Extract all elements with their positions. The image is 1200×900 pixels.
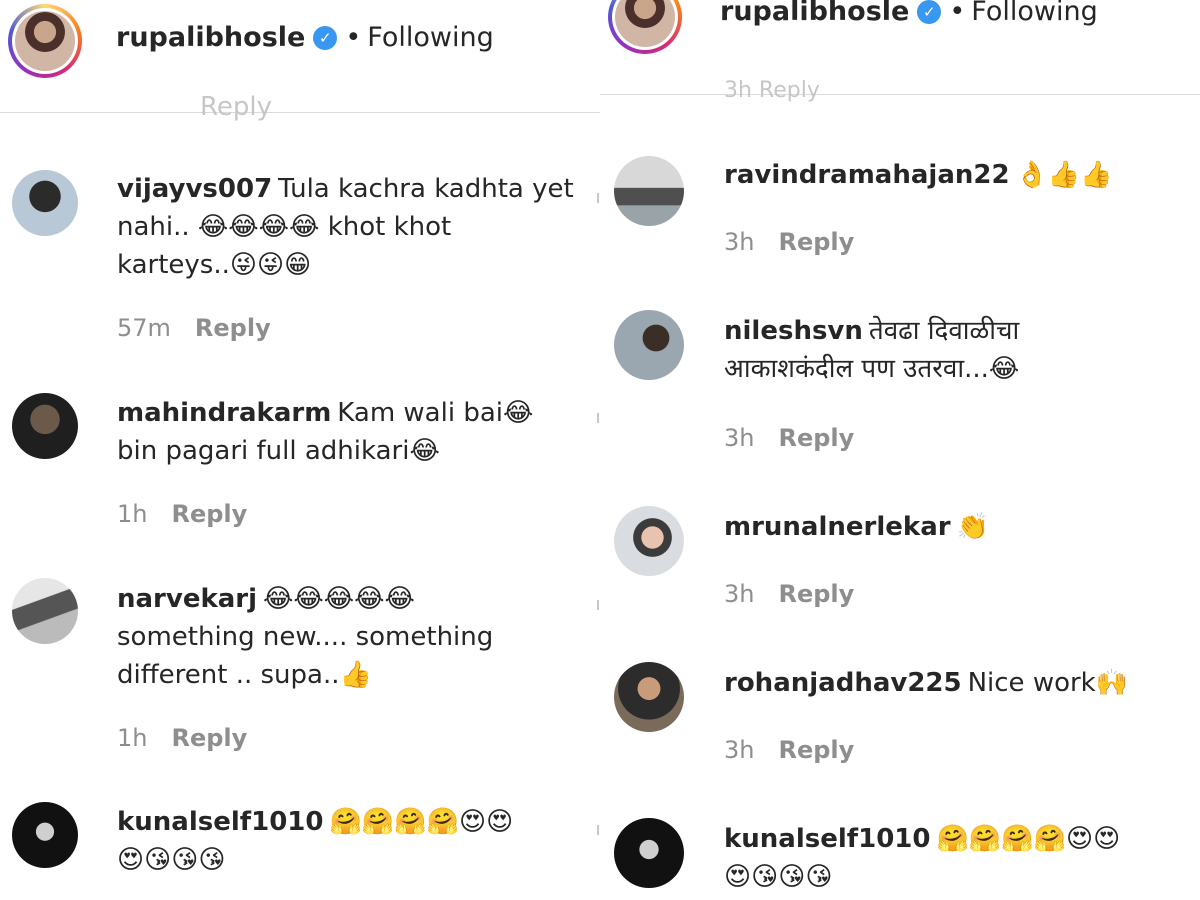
comment-line: nahi.. 😂😂😂😂 khot khot	[117, 212, 452, 242]
comment-username[interactable]: kunalself1010	[724, 824, 930, 854]
reply-button[interactable]: Reply	[171, 500, 247, 528]
comment-username[interactable]: kunalself1010	[117, 807, 323, 837]
comment-meta: 3h Reply	[724, 736, 854, 764]
comment-text: mrunalnerlekar 👏	[724, 508, 1184, 546]
comment-username[interactable]: rohanjadhav225	[724, 668, 962, 698]
right-comments-panel: rupalibhosle ✓ • Following 3h Reply ravi…	[600, 0, 1200, 900]
comment-text: kunalself1010 🤗🤗🤗🤗😍😍 😍😘😘😘	[724, 820, 1194, 896]
comment-line: तेवढा दिवाळीचा	[868, 316, 1020, 346]
comment-meta: 3h Reply	[724, 228, 854, 256]
comment-meta: 3h Reply	[724, 424, 854, 452]
comment-text: nileshsvn तेवढा दिवाळीचा आकाशकंदील पण उतर…	[724, 312, 1184, 388]
verified-icon: ✓	[313, 25, 338, 50]
header-separator: •	[949, 0, 966, 27]
avatar-photo	[15, 11, 75, 71]
commenter-avatar[interactable]	[12, 578, 78, 644]
commenter-avatar[interactable]	[614, 662, 684, 732]
commenter-avatar[interactable]	[12, 393, 78, 459]
comment-text: narvekarj 😂😂😂😂😂 something new.... somethi…	[117, 580, 577, 694]
commenter-avatar[interactable]	[614, 156, 684, 226]
comment-line: Nice work🙌	[967, 668, 1129, 698]
reply-button[interactable]: Reply	[778, 736, 854, 764]
commenter-avatar[interactable]	[12, 802, 78, 868]
comment-line: 😂😂😂😂😂	[263, 584, 415, 614]
comment-meta: 1h Reply	[117, 500, 247, 528]
commenter-avatar[interactable]	[614, 506, 684, 576]
post-header: rupalibhosle ✓ • Following	[0, 0, 600, 113]
left-comments-panel: rupalibhosle ✓ • Following Reply vijayvs…	[0, 0, 600, 900]
profile-avatar[interactable]	[8, 4, 82, 78]
comment-line: different .. supa..👍	[117, 660, 372, 690]
comment-line: karteys..😜😜😁	[117, 250, 312, 280]
comment-time: 1h	[117, 724, 148, 752]
comment-line: Kam wali bai😂	[337, 398, 534, 428]
comment-username[interactable]: narvekarj	[117, 584, 257, 614]
header-username[interactable]: rupalibhosle	[720, 0, 909, 27]
comment-username[interactable]: ravindramahajan22	[724, 160, 1010, 190]
comment-line: 🤗🤗🤗🤗😍😍	[329, 807, 514, 837]
comment-line: 🤗🤗🤗🤗😍😍	[936, 824, 1121, 854]
comment-line: आकाशकंदील पण उतरवा...😂	[724, 354, 1020, 384]
comment-time: 3h	[724, 736, 755, 764]
comment-line: 👌👍👍	[1015, 160, 1113, 190]
commenter-avatar[interactable]	[12, 170, 78, 236]
profile-avatar[interactable]	[608, 0, 682, 54]
comment-line: something new.... something	[117, 622, 494, 652]
reply-button[interactable]: Reply	[778, 228, 854, 256]
comment-time: 1h	[117, 500, 148, 528]
comment-text: mahindrakarm Kam wali bai😂 bin pagari ful…	[117, 394, 577, 470]
comment-meta: 1h Reply	[117, 724, 247, 752]
comment-username[interactable]: mrunalnerlekar	[724, 512, 951, 542]
post-header: rupalibhosle ✓ • Following	[600, 0, 1200, 95]
comment-username[interactable]: nileshsvn	[724, 316, 863, 346]
comment-time: 57m	[117, 314, 171, 342]
reply-button[interactable]: Reply	[171, 724, 247, 752]
cutoff-reply-text: Reply	[200, 92, 273, 122]
comment-time: 3h	[724, 228, 755, 256]
commenter-avatar[interactable]	[614, 310, 684, 380]
header-username[interactable]: rupalibhosle	[116, 22, 305, 53]
reply-button[interactable]: Reply	[778, 580, 854, 608]
comment-meta: 57m Reply	[117, 314, 271, 342]
reply-button[interactable]: Reply	[778, 424, 854, 452]
comment-line: bin pagari full adhikari😂	[117, 436, 440, 466]
header-text: rupalibhosle ✓ • Following	[720, 0, 1098, 27]
comment-text: vijayvs007 Tula kachra kadhta yet nahi.. …	[117, 170, 577, 284]
header-text: rupalibhosle ✓ • Following	[116, 22, 494, 53]
comment-line: 👏	[956, 512, 989, 542]
reply-button[interactable]: Reply	[195, 314, 271, 342]
comment-time: 3h	[724, 424, 755, 452]
following-button[interactable]: Following	[971, 0, 1097, 27]
header-separator: •	[345, 22, 362, 53]
verified-icon: ✓	[917, 0, 942, 24]
comment-username[interactable]: mahindrakarm	[117, 398, 331, 428]
comment-text: kunalself1010 🤗🤗🤗🤗😍😍 😍😘😘😘	[117, 803, 587, 879]
avatar-ring-inner	[612, 0, 678, 50]
following-button[interactable]: Following	[367, 22, 493, 53]
comment-text: rohanjadhav225 Nice work🙌	[724, 664, 1184, 702]
comment-username[interactable]: vijayvs007	[117, 174, 272, 204]
comment-line: 😍😘😘😘	[724, 862, 833, 892]
comment-line: Tula kachra kadhta yet	[278, 174, 574, 204]
comment-line: 😍😘😘😘	[117, 845, 226, 875]
avatar-photo	[615, 0, 675, 47]
comment-meta: 3h Reply	[724, 580, 854, 608]
comment-text: ravindramahajan22 👌👍👍	[724, 156, 1184, 194]
comment-time: 3h	[724, 580, 755, 608]
commenter-avatar[interactable]	[614, 818, 684, 888]
cutoff-reply-text: 3h Reply	[724, 78, 820, 103]
avatar-ring-inner	[12, 8, 78, 74]
